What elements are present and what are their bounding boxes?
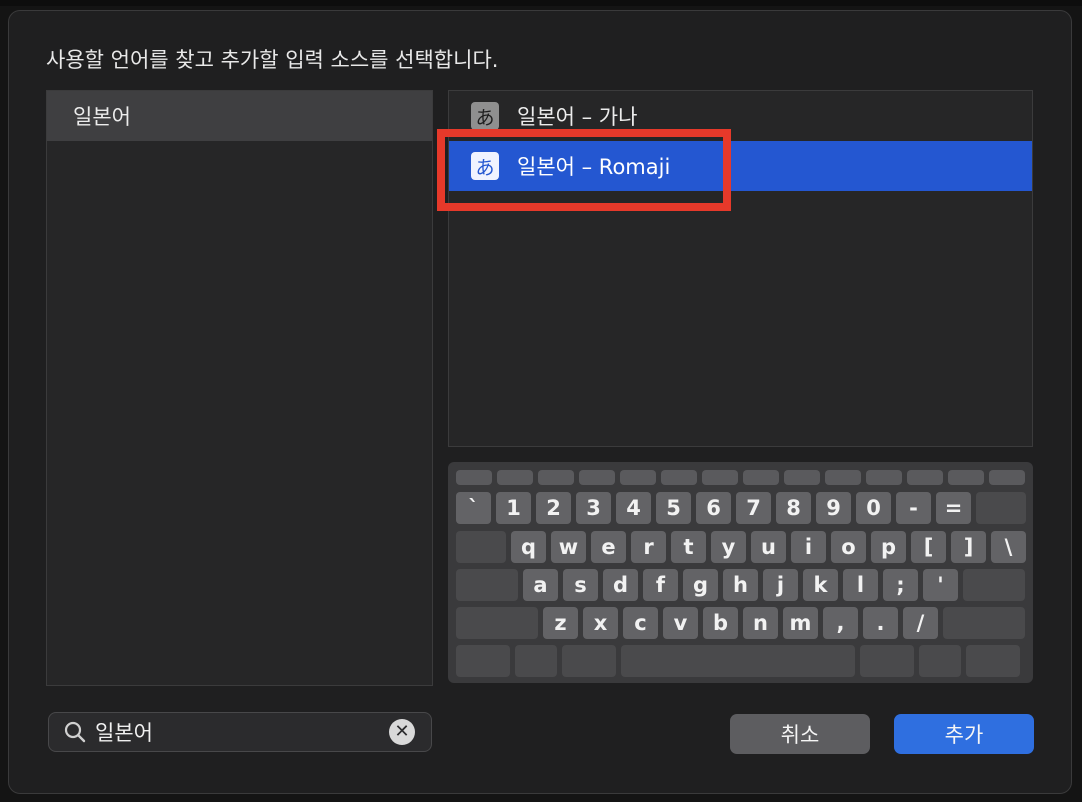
key-row1-10: 0 (856, 492, 891, 524)
key-row3-3: f (643, 569, 678, 601)
key-row2-0: q (511, 531, 546, 563)
cancel-button[interactable]: 취소 (730, 714, 870, 754)
key-row4-1: x (583, 607, 618, 639)
key-row1-5: 5 (656, 492, 691, 524)
key-row3-1: s (563, 569, 598, 601)
key-row1-1: 1 (496, 492, 531, 524)
keyboard-number-row: ` 1 2 3 4 5 6 7 8 9 0- = (456, 492, 1026, 524)
key-row1-11: - (896, 492, 931, 524)
keyboard-preview: ` 1 2 3 4 5 6 7 8 9 0- = q w e r t y u i o p[] \ a s d f g h j k l; ' … (448, 462, 1033, 683)
modifier-key (515, 645, 557, 677)
key-row2-2: e (591, 531, 626, 563)
input-source-label: 일본어 – 가나 (517, 105, 638, 129)
modifier-key (456, 607, 538, 639)
function-key (907, 470, 943, 485)
key-row3-8: l (843, 569, 878, 601)
search-field[interactable]: 일본어 ✕ (48, 712, 432, 752)
key-row2-10: [ (911, 531, 946, 563)
function-key (702, 470, 738, 485)
function-key (620, 470, 656, 485)
language-list[interactable]: 일본어 (46, 90, 433, 686)
key-row1-6: 6 (696, 492, 731, 524)
key-row2-4: t (671, 531, 706, 563)
keyboard-space-row (456, 645, 1020, 677)
modifier-key (963, 569, 1025, 601)
keyboard-bottom-letter-row: z x c v b n m,. / (456, 607, 1025, 639)
keyboard-function-row (456, 470, 1025, 485)
key-row1-12: = (936, 492, 971, 524)
key-row2-11: ] (951, 531, 986, 563)
key-row2-3: r (631, 531, 666, 563)
function-key (866, 470, 902, 485)
key-row1-8: 8 (776, 492, 811, 524)
key-row1-2: 2 (536, 492, 571, 524)
key-row2-8: o (831, 531, 866, 563)
key-row1-7: 7 (736, 492, 771, 524)
window-top-edge (0, 0, 1082, 6)
modifier-key (943, 607, 1025, 639)
add-button[interactable]: 추가 (894, 714, 1034, 754)
key-row4-6: m (783, 607, 818, 639)
key-row4-3: v (663, 607, 698, 639)
key-row2-9: p (871, 531, 906, 563)
key-row3-9: ; (883, 569, 918, 601)
key-row2-12: \ (991, 531, 1026, 563)
space-key (621, 645, 855, 677)
input-source-item-kana[interactable]: あ 일본어 – 가나 (449, 91, 1032, 141)
key-row1-3: 3 (576, 492, 611, 524)
key-row4-7: , (823, 607, 858, 639)
modifier-key (456, 569, 518, 601)
key-row3-5: h (723, 569, 758, 601)
modifier-key (562, 645, 616, 677)
key-row1-9: 9 (816, 492, 851, 524)
key-row3-2: d (603, 569, 638, 601)
key-row2-6: u (751, 531, 786, 563)
input-source-label: 일본어 – Romaji (517, 155, 671, 179)
input-source-item-romaji[interactable]: あ 일본어 – Romaji (449, 141, 1032, 191)
keyboard-home-row: a s d f g h j k l; ' (456, 569, 1025, 601)
key-row2-7: i (791, 531, 826, 563)
keyboard-top-letter-row: q w e r t y u i o p[] \ (456, 531, 1026, 563)
function-key (784, 470, 820, 485)
key-row1-4: 4 (616, 492, 651, 524)
function-key (538, 470, 574, 485)
key-row3-6: j (763, 569, 798, 601)
modifier-key (456, 645, 510, 677)
key-row3-4: g (683, 569, 718, 601)
input-source-list[interactable]: あ 일본어 – 가나 あ 일본어 – Romaji (448, 90, 1033, 447)
search-input[interactable]: 일본어 (95, 717, 389, 747)
language-item-japanese[interactable]: 일본어 (47, 91, 432, 141)
modifier-key (976, 492, 1026, 524)
function-key (989, 470, 1025, 485)
modifier-key (919, 645, 961, 677)
key-row2-1: w (551, 531, 586, 563)
function-key (579, 470, 615, 485)
key-row1-0: ` (456, 492, 491, 524)
key-row3-0: a (523, 569, 558, 601)
function-key (825, 470, 861, 485)
function-key (743, 470, 779, 485)
key-row4-4: b (703, 607, 738, 639)
key-row3-7: k (803, 569, 838, 601)
clear-icon[interactable]: ✕ (389, 719, 415, 745)
function-key (948, 470, 984, 485)
key-row2-5: y (711, 531, 746, 563)
hiragana-a-icon: あ (471, 152, 499, 180)
modifier-key (860, 645, 914, 677)
key-row3-10: ' (923, 569, 958, 601)
modifier-key (966, 645, 1020, 677)
search-icon (63, 720, 87, 744)
key-row4-9: / (903, 607, 938, 639)
function-key (497, 470, 533, 485)
dialog-prompt: 사용할 언어를 찾고 추가할 입력 소스를 선택합니다. (46, 48, 499, 72)
language-item-label: 일본어 (73, 105, 131, 129)
key-row4-5: n (743, 607, 778, 639)
hiragana-a-icon: あ (471, 102, 499, 130)
key-row4-2: c (623, 607, 658, 639)
function-key (456, 470, 492, 485)
key-row4-0: z (543, 607, 578, 639)
modifier-key (456, 531, 506, 563)
key-row4-8: . (863, 607, 898, 639)
function-key (661, 470, 697, 485)
